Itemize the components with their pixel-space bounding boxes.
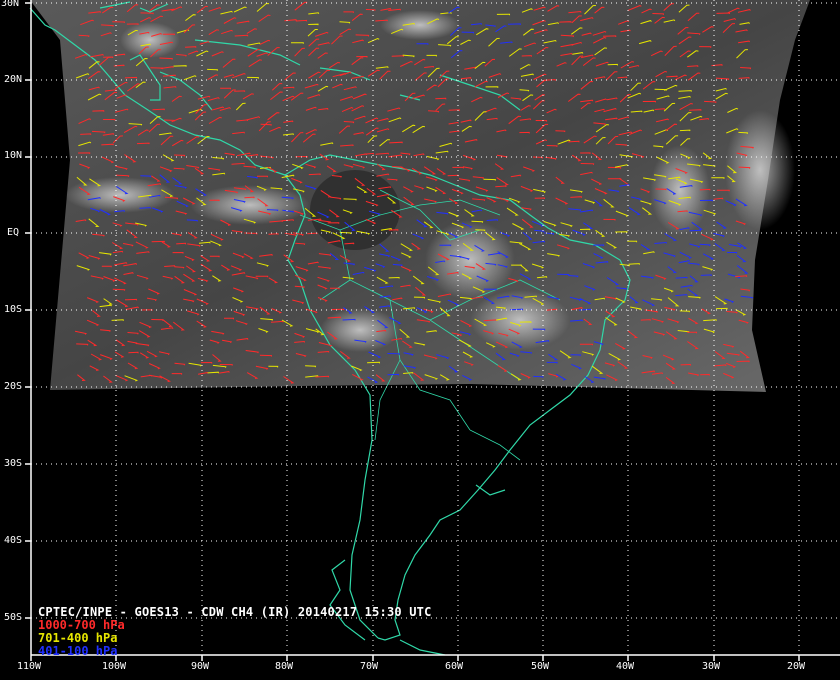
lat-label-40s: 40S: [4, 535, 23, 546]
lat-label-10s: 10S: [4, 304, 23, 315]
lat-label-20n: 20N: [4, 74, 23, 85]
legend-mid-level: 701-400 hPa: [38, 631, 118, 645]
map-title: CPTEC/INPE - GOES13 - CDW CH4 (IR) 20140…: [38, 605, 432, 619]
lat-label-30n: 30N: [1, 0, 20, 9]
lon-label-50w: 50W: [531, 661, 550, 672]
satellite-map: [25, 0, 840, 661]
lat-label-10n: 10N: [4, 150, 23, 161]
lon-label-60w: 60W: [445, 661, 464, 672]
lon-label-90w: 90W: [191, 661, 210, 672]
dark-clear-region: [310, 170, 400, 250]
lat-label-50s: 50S: [4, 612, 23, 623]
lat-label-20s: 20S: [4, 381, 23, 392]
lon-label-40w: 40W: [616, 661, 635, 672]
lat-label-eq: EQ: [7, 227, 20, 238]
lat-label-30s: 30S: [4, 458, 23, 469]
lon-label-80w: 80W: [275, 661, 294, 672]
lon-label-110w: 110W: [17, 661, 42, 672]
lon-label-100w: 100W: [102, 661, 127, 672]
lon-label-30w: 30W: [702, 661, 721, 672]
legend-high-level: 401-100 hPa: [38, 644, 118, 658]
legend-low-level: 1000-700 hPa: [38, 618, 125, 632]
lon-label-20w: 20W: [787, 661, 806, 672]
lon-label-70w: 70W: [360, 661, 379, 672]
